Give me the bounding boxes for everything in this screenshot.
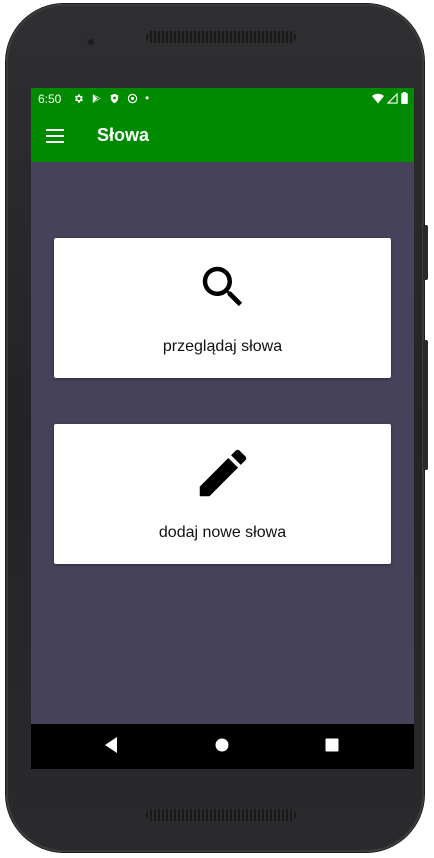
back-icon[interactable] (104, 736, 118, 754)
battery-icon (401, 92, 408, 104)
search-icon (202, 266, 242, 307)
status-bar: 6:50 • (31, 88, 414, 110)
bottom-speaker (146, 809, 296, 821)
add-words-card[interactable]: dodaj nowe słowa (54, 424, 391, 564)
top-speaker (146, 31, 296, 43)
add-words-label: dodaj nowe słowa (158, 524, 287, 541)
vpn-icon (127, 93, 138, 103)
browse-words-label: przeglądaj słowa (162, 338, 283, 355)
signal-icon (387, 92, 398, 104)
hamburger-menu-icon[interactable] (46, 129, 64, 143)
recents-icon[interactable] (325, 738, 339, 752)
phone-frame: 6:50 • Słowa przeglądaj słowa dodaj nowe… (6, 4, 424, 852)
front-camera (86, 37, 96, 47)
pencil-icon (199, 449, 246, 497)
status-time: 6:50 (38, 92, 62, 106)
volume-button (423, 340, 428, 470)
navigation-bar (31, 724, 414, 769)
app-title: Słowa (97, 125, 150, 145)
browse-words-card[interactable]: przeglądaj słowa (54, 238, 391, 378)
power-button (423, 225, 428, 280)
wifi-icon (372, 93, 384, 103)
shield-icon (110, 93, 119, 103)
play-store-icon (92, 93, 101, 103)
status-dot: • (145, 91, 150, 105)
home-icon[interactable] (215, 738, 229, 752)
app-toolbar: Słowa (31, 110, 414, 162)
screen: 6:50 • Słowa przeglądaj słowa dodaj nowe… (31, 88, 414, 769)
gear-icon (75, 93, 83, 103)
